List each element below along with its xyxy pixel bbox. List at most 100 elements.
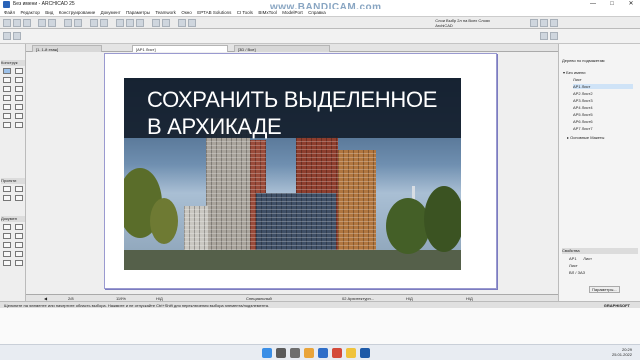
teamwork-icon[interactable] (188, 19, 196, 27)
shell-tool-icon[interactable] (15, 86, 23, 92)
store-icon[interactable] (332, 348, 342, 358)
arc-tool-icon[interactable] (15, 224, 23, 230)
railing-tool-icon[interactable] (15, 95, 23, 101)
object-tool-icon[interactable] (3, 122, 11, 128)
menu-modelport[interactable]: ModelPort (282, 9, 303, 17)
new-file-icon[interactable] (3, 19, 11, 27)
marquee-tool-icon[interactable] (13, 32, 21, 40)
elevation-tool-icon[interactable] (15, 260, 23, 266)
drawing-tool-icon[interactable] (15, 251, 23, 257)
render-building-low-left (184, 206, 208, 250)
plan-view-icon[interactable] (162, 19, 170, 27)
snap-icon[interactable] (90, 19, 98, 27)
close-button[interactable]: ✕ (622, 0, 640, 9)
arrow-tool-icon[interactable] (3, 32, 11, 40)
pen-set-icon[interactable] (550, 19, 558, 27)
menu-help[interactable]: Справка (308, 9, 326, 17)
layer-combination[interactable]: Слои Выбр 2л на Всех Слоях ArchiCAD (435, 18, 490, 28)
navigator-item[interactable]: АР4 Лист4 (573, 105, 593, 110)
menu-file[interactable]: Файл (4, 9, 15, 17)
maximize-button[interactable]: □ (603, 0, 621, 9)
navigator-master-layouts[interactable]: ▸ Основные Макеты (567, 135, 604, 140)
stair-tool-icon[interactable] (3, 95, 11, 101)
3d-view-icon[interactable] (152, 19, 160, 27)
spline-tool-icon[interactable] (15, 233, 23, 239)
properties-row-2: Лист (569, 263, 578, 268)
menu-bimxtool[interactable]: BIMxTool (258, 9, 277, 17)
toolbox-section-document-2[interactable]: Докумен (1, 216, 25, 222)
menu-window[interactable]: Окно (181, 9, 191, 17)
grid-icon[interactable] (100, 19, 108, 27)
zone-tool-icon[interactable] (15, 122, 23, 128)
menu-options[interactable]: Параметры (126, 9, 150, 17)
text-tool-icon[interactable] (3, 195, 11, 201)
menu-ci-tools[interactable]: CI Tools (237, 9, 253, 17)
dimension-tool-icon[interactable] (3, 186, 11, 192)
system-clock[interactable]: 20:29 25.01.2022 (612, 347, 632, 357)
navigator-item-selected[interactable]: АР1 Лист (573, 84, 633, 89)
toolbox-section-design[interactable]: Конструк (1, 60, 25, 66)
graphic-override-icon[interactable] (540, 19, 548, 27)
navigator-root[interactable]: ▾ Без имени (563, 70, 585, 75)
pointer-icon[interactable] (64, 19, 72, 27)
save-icon[interactable] (23, 19, 31, 27)
archicad-app-icon (3, 1, 10, 8)
door-tool-icon[interactable] (3, 104, 11, 110)
menu-document[interactable]: Документ (101, 9, 121, 17)
hotspot-tool-icon[interactable] (3, 242, 11, 248)
column-tool-icon[interactable] (15, 68, 23, 74)
morph-tool-icon[interactable] (15, 113, 23, 119)
marquee-icon[interactable] (74, 19, 82, 27)
edge-icon[interactable] (318, 348, 328, 358)
menu-view[interactable]: Вид (45, 9, 53, 17)
navigator-root-label: Без имени (566, 70, 586, 75)
tab-3d-view[interactable]: [3D / Все] (234, 45, 330, 52)
figure-tool-icon[interactable] (3, 251, 11, 257)
menu-teamwork[interactable]: Teamwork (155, 9, 176, 17)
placed-drawing[interactable]: СОХРАНИТЬ ВЫДЕЛЕННОЕ В АРХИКАДЕ (124, 78, 461, 270)
redo-icon[interactable] (48, 19, 56, 27)
navigator-item[interactable]: АР7 Лист7 (573, 126, 593, 131)
navigator-item[interactable]: АР6 Лист6 (573, 119, 593, 124)
zoom-in-icon[interactable] (116, 19, 124, 27)
level-dimension-tool-icon[interactable] (15, 186, 23, 192)
navigator-item[interactable]: АР2 Лист2 (573, 91, 593, 96)
explorer-icon[interactable] (304, 348, 314, 358)
minimize-button[interactable]: — (584, 0, 602, 9)
task-view-icon[interactable] (290, 348, 300, 358)
menu-design[interactable]: Конструирование (59, 9, 96, 17)
tab-floor-plan[interactable]: [1. 1-й этаж] (32, 45, 102, 52)
line-tool-icon[interactable] (3, 224, 11, 230)
navigator-item[interactable]: АР5 Лист5 (573, 112, 593, 117)
organizer-icon[interactable] (550, 32, 558, 40)
roof-tool-icon[interactable] (3, 86, 11, 92)
chrome-icon[interactable] (346, 348, 356, 358)
zoom-out-icon[interactable] (126, 19, 134, 27)
toolbox-section-document[interactable]: Проекти (1, 178, 25, 184)
navigator-item[interactable]: Лист (573, 77, 582, 82)
undo-icon[interactable] (38, 19, 46, 27)
polyline-tool-icon[interactable] (3, 233, 11, 239)
settings-button[interactable]: Параметры... (589, 286, 620, 293)
menu-ertav[interactable]: ЕРТАВ Solutions (197, 9, 231, 17)
start-icon[interactable] (262, 348, 272, 358)
section-tool-icon[interactable] (3, 260, 11, 266)
archicad-taskbar-icon[interactable] (360, 348, 370, 358)
navigator-item[interactable]: АР3 Лист3 (573, 98, 593, 103)
open-file-icon[interactable] (13, 19, 21, 27)
search-icon[interactable] (276, 348, 286, 358)
fit-window-icon[interactable] (136, 19, 144, 27)
slab-tool-icon[interactable] (15, 77, 23, 83)
publish-icon[interactable] (178, 19, 186, 27)
renovation-icon[interactable] (530, 19, 538, 27)
beam-tool-icon[interactable] (3, 77, 11, 83)
wall-tool-icon[interactable] (3, 68, 11, 74)
window-tool-icon[interactable] (15, 104, 23, 110)
navigator-toggle-icon[interactable] (540, 32, 548, 40)
curtain-wall-tool-icon[interactable] (3, 113, 11, 119)
tab-layout-sheet[interactable]: [АР1 Лист] (132, 45, 228, 52)
menu-edit[interactable]: Редактор (20, 9, 39, 17)
properties-header[interactable]: Свойства (562, 248, 638, 254)
label-tool-icon[interactable] (15, 195, 23, 201)
fill-tool-icon[interactable] (15, 242, 23, 248)
